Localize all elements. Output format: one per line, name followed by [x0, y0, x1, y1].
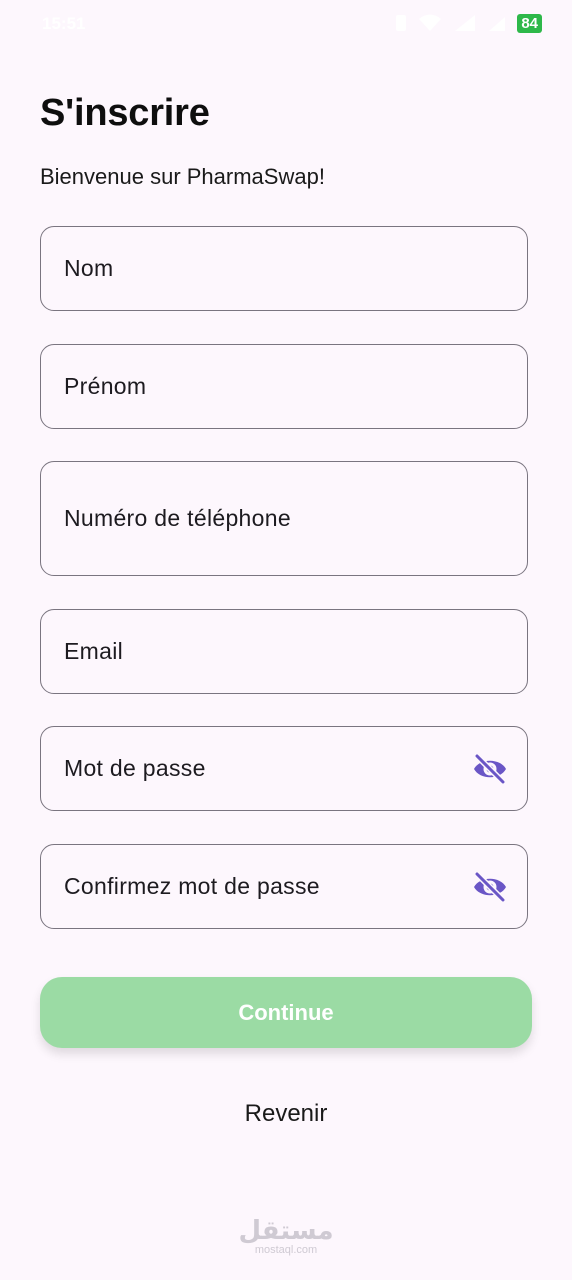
confirm-password-field[interactable]: Confirmez mot de passe [40, 844, 528, 929]
welcome-text: Bienvenue sur PharmaSwap! [40, 164, 325, 189]
first-name-placeholder: Prénom [64, 373, 147, 399]
signal-icon-2 [489, 17, 506, 31]
watermark-url: mostaql.com [254, 1244, 318, 1256]
last-name-placeholder: Nom [64, 255, 114, 281]
status-bar: 15:51 84 [0, 0, 572, 50]
phone-field[interactable]: Numéro de téléphone [40, 461, 528, 576]
page-title: S'inscrire [40, 92, 210, 134]
eye-off-icon[interactable] [471, 752, 509, 786]
continue-button-label: Continue [238, 999, 334, 1025]
wifi-icon [419, 14, 442, 31]
password-placeholder: Mot de passe [64, 755, 206, 781]
sim-icon [396, 15, 407, 31]
back-link[interactable]: Revenir [0, 1100, 572, 1128]
email-placeholder: Email [64, 638, 124, 664]
watermark: مستقل mostaql.com [0, 1218, 572, 1256]
phone-placeholder: Numéro de téléphone [64, 505, 291, 531]
eye-off-icon[interactable] [471, 870, 509, 904]
status-icons: 84 [395, 13, 542, 33]
continue-button[interactable]: Continue [40, 977, 532, 1048]
confirm-password-placeholder: Confirmez mot de passe [64, 873, 320, 899]
battery-indicator: 84 [517, 13, 542, 33]
signal-icon [455, 15, 476, 31]
first-name-field[interactable]: Prénom [40, 344, 528, 429]
email-field[interactable]: Email [40, 609, 528, 694]
status-time: 15:51 [42, 14, 86, 33]
password-field[interactable]: Mot de passe [40, 726, 528, 811]
watermark-logo: مستقل [238, 1216, 334, 1246]
last-name-field[interactable]: Nom [40, 226, 528, 311]
